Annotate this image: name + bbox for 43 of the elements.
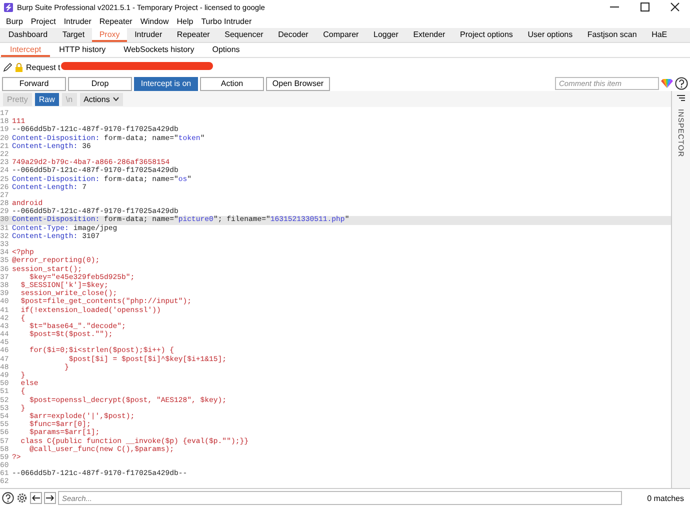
tab[interactable]: Decoder xyxy=(270,28,316,42)
menu-item[interactable]: Burp xyxy=(2,16,27,26)
tab[interactable]: Dashboard xyxy=(1,28,55,42)
tab[interactable]: User options xyxy=(520,28,580,42)
tab[interactable]: Comparer xyxy=(316,28,366,42)
settings-icon[interactable] xyxy=(16,492,28,504)
tab[interactable]: Repeater xyxy=(170,28,218,42)
tab[interactable]: Extender xyxy=(406,28,453,42)
actions-button[interactable]: Actions xyxy=(80,92,123,106)
tab[interactable]: HTTP history xyxy=(50,43,115,57)
toolbar-button[interactable]: Open Browser xyxy=(266,76,330,90)
toolbar-button[interactable]: Drop xyxy=(68,76,132,90)
toolbar-button[interactable]: Action xyxy=(200,76,264,90)
toolbar-button[interactable]: Intercept is on xyxy=(134,76,198,90)
app-logo-icon xyxy=(4,2,13,12)
back-button[interactable] xyxy=(30,492,42,504)
pencil-icon[interactable] xyxy=(3,62,12,72)
menu-item[interactable]: Turbo Intruder xyxy=(197,16,256,26)
tab[interactable]: Project options xyxy=(452,28,520,42)
forward-button[interactable] xyxy=(44,492,56,504)
request-label: Request t xyxy=(26,62,60,72)
menu-item[interactable]: Window xyxy=(136,16,173,26)
lock-icon xyxy=(15,62,23,72)
tab[interactable]: Fastjson scan xyxy=(580,28,644,42)
tab[interactable]: Logger xyxy=(366,28,406,42)
tab[interactable]: WebSockets history xyxy=(114,43,204,57)
menu-icon[interactable] xyxy=(677,95,685,101)
tab[interactable]: Options xyxy=(203,43,249,57)
toolbar-button[interactable]: Forward xyxy=(2,76,66,90)
tab[interactable]: Intruder xyxy=(127,28,170,42)
highlight-color-icon[interactable] xyxy=(661,79,673,88)
view-tab[interactable]: Raw xyxy=(34,92,59,106)
menu-item[interactable]: Intruder xyxy=(60,16,96,26)
menu-item[interactable]: Project xyxy=(26,16,60,26)
menu-item[interactable]: Help xyxy=(172,16,198,26)
help-icon[interactable] xyxy=(675,77,688,90)
match-count: 0 matches xyxy=(646,494,685,502)
caret-icon xyxy=(112,97,119,101)
menu-item[interactable]: Repeater xyxy=(95,16,136,26)
help-icon[interactable] xyxy=(2,492,14,504)
tab[interactable]: HaE xyxy=(644,28,675,42)
tab[interactable]: Sequencer xyxy=(217,28,271,42)
tab[interactable]: Target xyxy=(54,28,92,42)
